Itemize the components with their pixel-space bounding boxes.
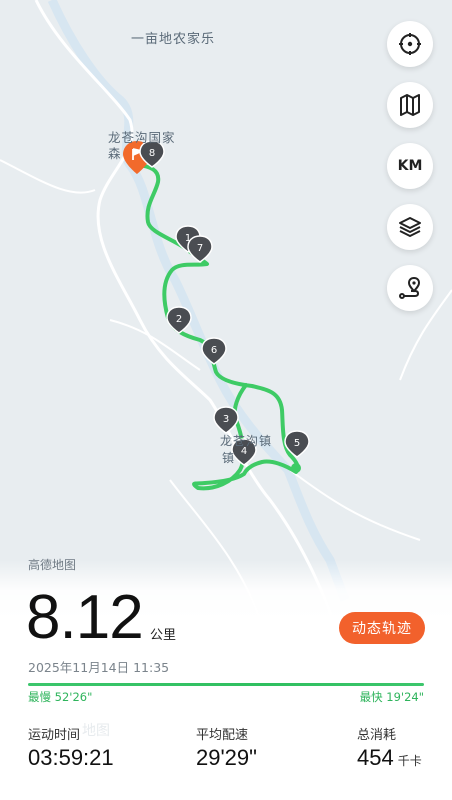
km-marker-label: 3 (223, 414, 229, 425)
end-point (291, 463, 301, 473)
map-type-button[interactable] (387, 82, 433, 128)
km-marker-label: 6 (211, 345, 217, 356)
km-marker-label: 8 (149, 148, 155, 159)
stat-value-avg-pace: 29'29" (196, 745, 257, 770)
map-icon (400, 94, 420, 116)
place-label-farmhouse: 一亩地农家乐 (131, 32, 216, 47)
layers-icon (399, 217, 421, 237)
distance-unit: 公里 (150, 628, 177, 643)
km-label: KM (397, 158, 423, 174)
locate-button[interactable] (387, 21, 433, 67)
stat-unit-calories: 千卡 (397, 754, 422, 768)
map-provider-label: 高德地图 (28, 558, 77, 572)
stat-value-duration: 03:59:21 (28, 745, 114, 770)
place-label-town-line2: 镇 (222, 451, 236, 465)
pace-slowest: 最慢 52'26" (28, 690, 93, 704)
place-label-town: 龙苍沟镇 (220, 434, 273, 448)
route-button[interactable] (387, 265, 433, 311)
distance-value: 8.12 (26, 583, 144, 652)
km-marker-label: 2 (176, 314, 182, 325)
place-label-forest-park-line2: 森 (108, 146, 122, 161)
km-marker-label: 1 (185, 233, 191, 244)
route-icon (399, 276, 421, 299)
stat-label-avg-pace: 平均配速 (196, 728, 249, 743)
km-toggle-button[interactable]: KM (387, 143, 433, 189)
locate-icon (399, 33, 421, 55)
activity-datetime: 2025年11月14日 11:35 (28, 660, 170, 675)
stat-value-calories: 454 (357, 745, 394, 770)
stat-label-duration: 运动时间 (28, 728, 81, 743)
km-marker-label: 5 (294, 438, 300, 449)
pace-gradient-bar (28, 683, 424, 686)
stat-calories: 454 千卡 (357, 745, 422, 771)
dynamic-track-button[interactable]: 动态轨迹 (339, 612, 425, 644)
km-marker-label: 7 (197, 243, 203, 254)
layers-button[interactable] (387, 204, 433, 250)
map-watermark: 地图 (82, 723, 110, 739)
pace-fastest: 最快 19'24" (359, 690, 424, 704)
stat-label-calories: 总消耗 (357, 728, 397, 743)
